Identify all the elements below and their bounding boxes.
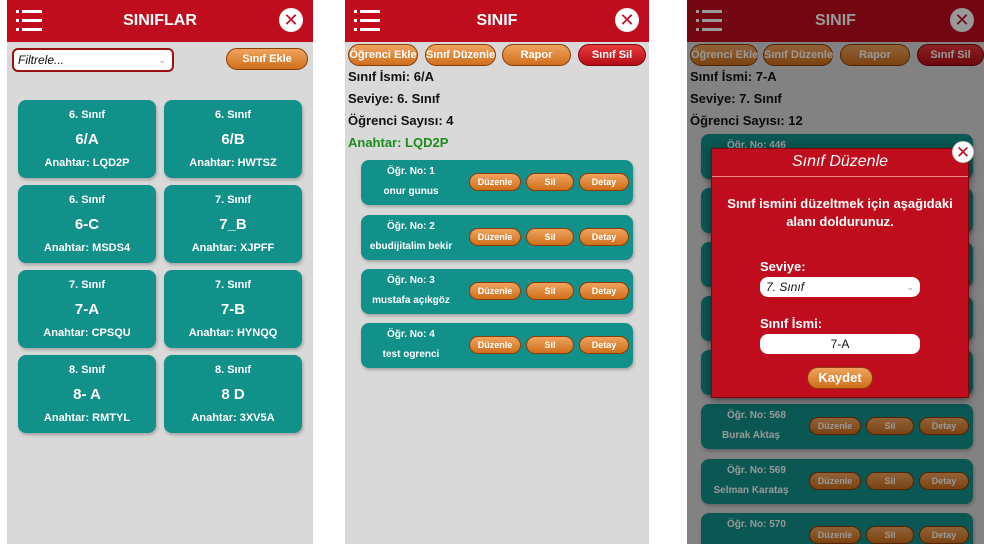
student-number: Öğr. No: 2	[387, 221, 435, 232]
class-card[interactable]: 6. Sınıf 6/B Anahtar: HWTSZ	[164, 100, 302, 178]
class-card[interactable]: 6. Sınıf 6/A Anahtar: LQD2P	[18, 100, 156, 178]
edit-student-button[interactable]: Düzenle	[469, 282, 521, 300]
student-name: mustafa açıkgöz	[372, 295, 450, 306]
class-name: 8 D	[221, 386, 245, 403]
class-level: 8. Sınıf	[214, 364, 252, 376]
add-student-button[interactable]: Öğrenci Ekle	[348, 44, 418, 66]
edit-student-button[interactable]: Düzenle	[469, 336, 521, 354]
divider	[712, 176, 968, 177]
class-level-info: Seviye: 6. Sınıf	[348, 91, 440, 106]
class-level: 6. Sınıf	[214, 109, 252, 121]
class-name: 6/A	[75, 131, 99, 148]
report-button[interactable]: Rapor	[502, 44, 571, 66]
class-level: 6. Sınıf	[68, 194, 106, 206]
class-key: Anahtar: RMTYL	[43, 412, 131, 424]
student-row: Öğr. No: 1 onur gunus Düzenle Sil Detay	[361, 160, 633, 205]
class-level: 6. Sınıf	[68, 109, 106, 121]
class-key-info: Anahtar: LQD2P	[348, 135, 449, 150]
class-name-info: Sınıf İsmi: 6/A	[348, 69, 434, 84]
class-level: 7. Sınıf	[214, 194, 252, 206]
edit-class-button[interactable]: Sınıf Düzenle	[425, 44, 496, 66]
class-level: 7. Sınıf	[68, 279, 106, 291]
delete-student-button[interactable]: Sil	[526, 336, 574, 354]
class-key: Anahtar: MSDS4	[43, 242, 131, 254]
delete-class-button[interactable]: Sınıf Sil	[578, 44, 646, 66]
class-card[interactable]: 7. Sınıf 7-A Anahtar: CPSQU	[18, 270, 156, 348]
filter-placeholder: Filtrele...	[18, 53, 65, 67]
delete-student-button[interactable]: Sil	[526, 282, 574, 300]
class-level: 8. Sınıf	[68, 364, 106, 376]
student-number: Öğr. No: 4	[387, 329, 435, 340]
filter-select[interactable]: Filtrele... ⌄	[12, 48, 174, 72]
class-card[interactable]: 6. Sınıf 6-C Anahtar: MSDS4	[18, 185, 156, 263]
student-row: Öğr. No: 2 ebudijitalim bekir Düzenle Si…	[361, 215, 633, 260]
chevron-down-icon: ⌄	[158, 55, 166, 65]
detail-student-button[interactable]: Detay	[579, 228, 629, 246]
detail-student-button[interactable]: Detay	[579, 336, 629, 354]
class-key: Anahtar: LQD2P	[44, 157, 130, 169]
edit-class-dialog: Sınıf Düzenle Sınıf ismini düzeltmek içi…	[711, 148, 969, 398]
class-name: 6-C	[74, 216, 100, 233]
detail-student-button[interactable]: Detay	[579, 282, 629, 300]
class-card[interactable]: 8. Sınıf 8- A Anahtar: RMTYL	[18, 355, 156, 433]
page-title: SINIF	[476, 12, 518, 29]
level-label: Seviye:	[760, 259, 806, 274]
student-count-info: Öğrenci Sayısı: 4	[348, 113, 454, 128]
class-detail-screen: SINIF ✕ Öğrenci Ekle Sınıf Düzenle Rapor…	[345, 0, 649, 544]
class-name: 7-B	[220, 301, 246, 318]
student-row: Öğr. No: 4 test ogrenci Düzenle Sil Deta…	[361, 323, 633, 368]
student-name: ebudijitalim bekir	[369, 241, 453, 252]
class-name-label: Sınıf İsmi:	[760, 316, 823, 331]
class-name: 8- A	[73, 386, 101, 403]
edit-student-button[interactable]: Düzenle	[469, 173, 521, 191]
detail-student-button[interactable]: Detay	[579, 173, 629, 191]
class-card[interactable]: 8. Sınıf 8 D Anahtar: 3XV5A	[164, 355, 302, 433]
close-icon[interactable]: ✕	[279, 8, 303, 32]
class-key: Anahtar: CPSQU	[43, 327, 131, 339]
class-key: Anahtar: HWTSZ	[189, 157, 277, 169]
class-card[interactable]: 7. Sınıf 7-B Anahtar: HYNQQ	[164, 270, 302, 348]
close-icon[interactable]: ✕	[615, 8, 639, 32]
class-name: 7-A	[74, 301, 100, 318]
class-key: Anahtar: HYNQQ	[188, 327, 278, 339]
save-button[interactable]: Kaydet	[807, 367, 873, 389]
class-edit-screen: SINIF ✕ Öğrenci Ekle Sınıf Düzenle Rapor…	[687, 0, 984, 544]
level-select[interactable]: 7. Sınıf ⌄	[760, 277, 920, 297]
class-level: 7. Sınıf	[214, 279, 252, 291]
add-class-button[interactable]: Sınıf Ekle	[226, 48, 308, 70]
class-key: Anahtar: 3XV5A	[191, 412, 275, 424]
app-header: SINIFLAR ✕	[7, 0, 313, 42]
student-name: test ogrenci	[382, 349, 440, 360]
level-select-value: 7. Sınıf	[766, 280, 805, 294]
edit-student-button[interactable]: Düzenle	[469, 228, 521, 246]
dialog-title: Sınıf Düzenle	[791, 153, 889, 170]
delete-student-button[interactable]: Sil	[526, 228, 574, 246]
class-key: Anahtar: XJPFF	[191, 242, 275, 254]
dialog-description: Sınıf ismini düzeltmek için aşağıdaki al…	[727, 196, 953, 229]
student-row: Öğr. No: 3 mustafa açıkgöz Düzenle Sil D…	[361, 269, 633, 314]
toolbar: Filtrele... ⌄ Sınıf Ekle	[7, 42, 313, 82]
class-name-input[interactable]: 7-A	[760, 334, 920, 354]
delete-student-button[interactable]: Sil	[526, 173, 574, 191]
student-number: Öğr. No: 1	[387, 166, 435, 177]
class-card[interactable]: 7. Sınıf 7_B Anahtar: XJPFF	[164, 185, 302, 263]
close-icon[interactable]: ✕	[952, 141, 974, 163]
classes-screen: SINIFLAR ✕ Filtrele... ⌄ Sınıf Ekle 6. S…	[7, 0, 313, 544]
chevron-down-icon: ⌄	[906, 282, 914, 292]
student-number: Öğr. No: 3	[387, 275, 435, 286]
student-name: onur gunus	[383, 186, 439, 197]
page-title: SINIFLAR	[123, 12, 197, 29]
app-header: SINIF ✕	[345, 0, 649, 42]
class-name: 7_B	[219, 216, 247, 233]
class-name: 6/B	[221, 131, 245, 148]
